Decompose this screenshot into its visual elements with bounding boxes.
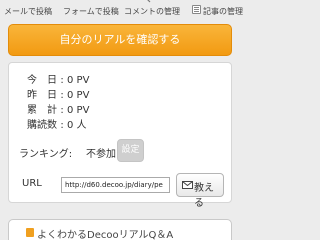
- nav-form-post-label: フォームで投稿: [63, 7, 119, 16]
- stat-subscribers-value: 0 人: [67, 120, 87, 131]
- stat-today-value: 0 PV: [67, 75, 90, 86]
- ranking-label: ランキング:: [19, 149, 73, 160]
- article-icon: [192, 5, 201, 14]
- teach-button-label: 教える: [194, 183, 214, 209]
- nav-form-post[interactable]: フォームで投稿: [63, 0, 119, 22]
- stat-yesterday-value: 0 PV: [67, 90, 90, 101]
- book-icon: [26, 228, 34, 237]
- top-nav: メールで投稿 フォームで投稿 コメントの管理 記事の管理: [0, 0, 243, 22]
- stat-subscribers: 購読数:0 人: [27, 116, 87, 131]
- stat-total-value: 0 PV: [67, 105, 90, 116]
- stat-today: 今日:0 PV: [27, 71, 89, 86]
- stats-panel: 今日:0 PV 昨日:0 PV 累計:0 PV 購読数:0 人 ランキング: 不…: [8, 62, 232, 209]
- nav-article-manage[interactable]: 記事の管理: [189, 0, 243, 22]
- url-field[interactable]: http://d60.decoo.jp/diary/pe: [61, 177, 170, 193]
- teach-button[interactable]: 教える: [176, 173, 224, 209]
- stat-today-label: 今日: [27, 75, 57, 86]
- stat-total-label: 累計: [27, 105, 57, 116]
- nav-mail-post-label: メールで投稿: [4, 7, 52, 16]
- stat-total: 累計:0 PV: [27, 101, 89, 116]
- faq-label: よくわかるDecooリアルQ＆A: [37, 230, 174, 240]
- nav-mail-post[interactable]: メールで投稿: [4, 0, 56, 22]
- mail-icon: [182, 181, 193, 189]
- nav-comment-manage[interactable]: コメントの管理: [124, 0, 186, 22]
- check-real-button[interactable]: 自分のリアルを確認する: [8, 24, 232, 56]
- stat-yesterday-label: 昨日: [27, 90, 57, 101]
- comment-icon: [147, 0, 151, 3]
- nav-article-manage-label: 記事の管理: [203, 7, 243, 16]
- settings-button[interactable]: 設定: [117, 139, 144, 162]
- ranking-value: 不参加: [86, 149, 116, 160]
- url-label: URL: [22, 178, 42, 189]
- nav-comment-manage-label: コメントの管理: [124, 7, 180, 16]
- stat-yesterday: 昨日:0 PV: [27, 86, 89, 101]
- stat-subscribers-label: 購読数: [27, 120, 57, 131]
- faq-link[interactable]: よくわかるDecooリアルQ＆A: [8, 219, 232, 240]
